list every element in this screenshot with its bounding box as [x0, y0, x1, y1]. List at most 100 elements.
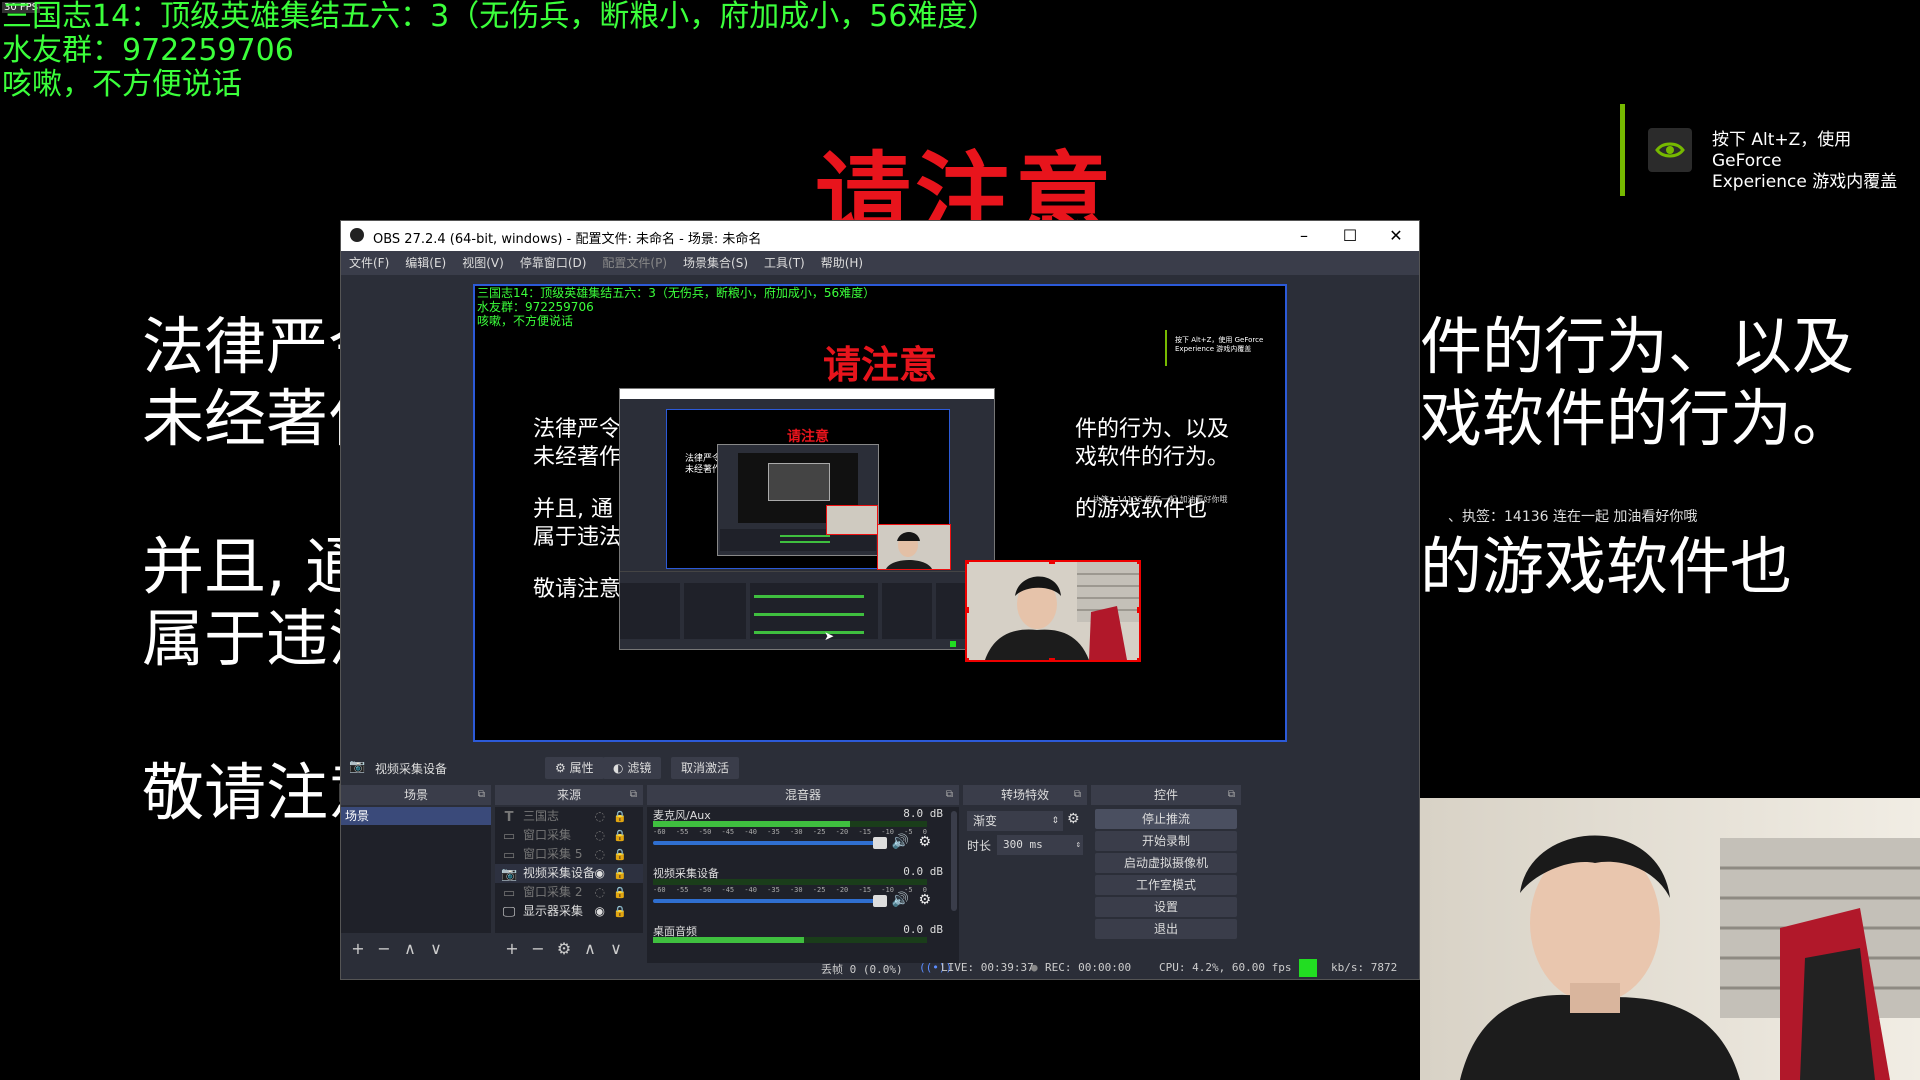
resize-handle-bottom[interactable]: [1049, 658, 1055, 660]
source-row[interactable]: ▭ 窗口采集 ◌ 🔒: [495, 826, 643, 845]
obs-preview[interactable]: 三国志14：顶级英雄集结五六：3（无伤兵，断粮小，府加成小，56难度） 水友群：…: [473, 284, 1287, 742]
minimize-icon[interactable]: –: [1281, 221, 1327, 251]
eye-icon[interactable]: ◉: [595, 864, 605, 883]
resize-handle-bl[interactable]: [967, 658, 969, 660]
duration-spinbox[interactable]: 300 ms ⇕: [997, 835, 1083, 855]
dock-float-icon[interactable]: ⧉: [478, 785, 485, 805]
source-row[interactable]: ▭ 窗口采集 5 ◌ 🔒: [495, 845, 643, 864]
eye-hidden-icon[interactable]: ◌: [595, 807, 605, 826]
lock-icon[interactable]: 🔒: [613, 902, 627, 921]
gear-icon[interactable]: ⚙: [1067, 811, 1080, 827]
speaker-icon[interactable]: 🔊: [892, 834, 909, 850]
source-row[interactable]: 🖵 显示器采集 ◉ 🔒: [495, 902, 643, 921]
menu-help[interactable]: 帮助(H): [813, 251, 871, 275]
volume-slider[interactable]: [653, 895, 887, 907]
menu-edit[interactable]: 编辑(E): [397, 251, 454, 275]
mixer-channel-db: 8.0 dB: [903, 807, 943, 820]
studio-mode-button[interactable]: 工作室模式: [1095, 875, 1237, 895]
filters-label: 滤镜: [627, 761, 652, 775]
spin-arrows-icon[interactable]: ⇕: [1076, 835, 1081, 855]
obs-window-title: OBS 27.2.4 (64-bit, windows) - 配置文件: 未命名…: [373, 232, 762, 247]
gear-icon[interactable]: ⚙: [551, 937, 577, 961]
notice-line-2-right: 戏软件的行为。: [1420, 382, 1855, 455]
lock-icon[interactable]: 🔒: [613, 826, 627, 845]
stop-streaming-button[interactable]: 停止推流: [1095, 809, 1237, 829]
source-row[interactable]: 📷 视频采集设备 ◉ 🔒: [495, 864, 643, 883]
nested-notice-title: 请注意: [787, 429, 829, 445]
add-icon[interactable]: +: [345, 937, 371, 961]
deactivate-button[interactable]: 取消激活: [671, 757, 740, 779]
resize-handle-left[interactable]: [967, 607, 969, 613]
lock-icon[interactable]: 🔒: [613, 883, 627, 902]
eye-hidden-icon[interactable]: ◌: [595, 883, 605, 902]
move-down-icon[interactable]: ∨: [423, 937, 449, 961]
level-meter: [653, 879, 927, 885]
preview-notice-2r: 戏软件的行为。: [1075, 445, 1230, 470]
dock-float-icon[interactable]: ⧉: [946, 785, 953, 805]
scene-item[interactable]: 场景: [341, 807, 491, 825]
remove-icon[interactable]: −: [525, 937, 551, 961]
mixer-scrollbar[interactable]: [951, 811, 957, 911]
nested-meter-1: [754, 595, 864, 598]
dock-float-icon[interactable]: ⧉: [1228, 785, 1235, 805]
eye-icon[interactable]: ◉: [595, 902, 605, 921]
nested-meter-3: [754, 631, 864, 634]
properties-button[interactable]: ⚙ 属性: [545, 757, 604, 779]
preview-notice-1l: 法律严令: [533, 417, 622, 442]
gear-icon[interactable]: ⚙: [918, 892, 931, 908]
lock-icon[interactable]: 🔒: [613, 845, 627, 864]
menu-scene-collection[interactable]: 场景集合(S): [675, 251, 756, 275]
lock-icon[interactable]: 🔒: [613, 807, 627, 826]
start-virtual-camera-button[interactable]: 启动虚拟摄像机: [1095, 853, 1237, 873]
resize-handle-top[interactable]: [1049, 562, 1055, 564]
menu-file[interactable]: 文件(F): [341, 251, 397, 275]
menu-docks[interactable]: 停靠窗口(D): [512, 251, 595, 275]
nested-scenes-dock: [620, 583, 680, 639]
remove-icon[interactable]: −: [371, 937, 397, 961]
move-down-icon[interactable]: ∨: [603, 937, 629, 961]
volume-slider[interactable]: [653, 837, 887, 849]
notice-line-3-right: 的游戏软件也: [1420, 530, 1793, 603]
lock-icon[interactable]: 🔒: [613, 864, 627, 883]
resize-handle-tr[interactable]: [1137, 562, 1139, 564]
exit-button[interactable]: 退出: [1095, 919, 1237, 939]
nested-webcam-image: [886, 532, 932, 569]
close-icon[interactable]: ✕: [1373, 221, 1419, 251]
filters-button[interactable]: ◐ 滤镜: [603, 757, 662, 779]
preview-webcam-source[interactable]: [965, 560, 1141, 662]
settings-button[interactable]: 设置: [1095, 897, 1237, 917]
resize-handle-br[interactable]: [1137, 658, 1139, 660]
speaker-icon[interactable]: 🔊: [892, 892, 909, 908]
meter-tick-label: -20: [835, 886, 849, 894]
dock-float-icon[interactable]: ⧉: [630, 785, 637, 805]
mixer-channel-desktop: 桌面音频 0.0 dB: [653, 923, 947, 963]
source-row[interactable]: T 三国志 ◌ 🔒: [495, 807, 643, 826]
eye-hidden-icon[interactable]: ◌: [595, 845, 605, 864]
maximize-icon[interactable]: ☐: [1327, 221, 1373, 251]
volume-slider-knob[interactable]: [873, 837, 887, 849]
preview-danmaku: 、执签：14136 连在一起 加油看好你哦: [1085, 495, 1228, 504]
source-row[interactable]: ▭ 窗口采集 2 ◌ 🔒: [495, 883, 643, 902]
transitions-dock: 转场特效 ⧉ 渐变 ⇕ ⚙ 时长 300 ms ⇕: [963, 785, 1087, 965]
start-recording-button[interactable]: 开始录制: [1095, 831, 1237, 851]
menu-profile[interactable]: 配置文件(P): [594, 251, 675, 275]
gear-icon[interactable]: ⚙: [918, 834, 931, 850]
nested-webcam-level3: [826, 505, 878, 535]
nested-source-bar: [620, 571, 994, 582]
eye-hidden-icon[interactable]: ◌: [595, 826, 605, 845]
move-up-icon[interactable]: ∧: [577, 937, 603, 961]
nested-meter-2: [754, 613, 864, 616]
menu-tools[interactable]: 工具(T): [756, 251, 813, 275]
resize-handle-tl[interactable]: [967, 562, 969, 564]
resize-handle-right[interactable]: [1137, 607, 1139, 613]
meter-tick-label: -50: [698, 886, 712, 894]
volume-slider-knob[interactable]: [873, 895, 887, 907]
dock-float-icon[interactable]: ⧉: [1074, 785, 1081, 805]
dropped-frames: 丢帧 0 (0.0%): [821, 963, 903, 976]
menu-view[interactable]: 视图(V): [454, 251, 512, 275]
transition-select[interactable]: 渐变 ⇕: [967, 811, 1063, 831]
add-icon[interactable]: +: [499, 937, 525, 961]
meter-tick-label: -45: [721, 828, 735, 836]
move-up-icon[interactable]: ∧: [397, 937, 423, 961]
gear-icon: ⚙: [555, 761, 566, 775]
